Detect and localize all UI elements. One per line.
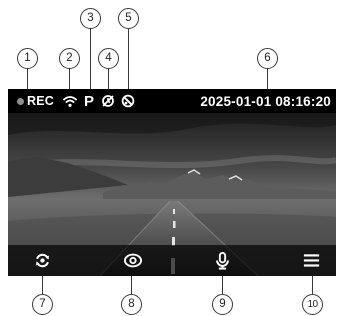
callout-2: 2 — [59, 48, 80, 69]
mode-indicator: P — [84, 89, 94, 113]
callout-6: 6 — [257, 48, 278, 69]
bottom-toolbar — [8, 245, 336, 276]
rec-dot — [17, 97, 24, 105]
microphone-icon[interactable] — [213, 251, 232, 270]
callout-9: 9 — [212, 294, 233, 315]
mic-off-icon — [121, 94, 135, 108]
callout-10: 10 — [302, 294, 323, 315]
callout-3: 3 — [80, 8, 101, 29]
datetime-display: 2025-01-01 08:16:20 — [200, 89, 331, 113]
callout-7: 7 — [32, 294, 53, 315]
callout-1: 1 — [17, 48, 38, 69]
rec-label: REC — [27, 94, 54, 108]
callout-4: 4 — [98, 48, 119, 69]
wifi-icon — [63, 96, 77, 107]
recording-indicator: REC — [17, 89, 54, 113]
callout-leader — [90, 28, 91, 92]
gps-off-icon — [102, 95, 114, 107]
callout-leader — [128, 28, 129, 93]
menu-icon[interactable] — [302, 251, 321, 270]
camera-screen: REC P 2025-01-01 08:16:20 — [8, 89, 336, 276]
datetime-text: 2025-01-01 08:16:20 — [200, 93, 331, 109]
callout-5: 5 — [118, 8, 139, 29]
parking-mode-letter: P — [84, 92, 95, 110]
switch-camera-icon[interactable] — [33, 251, 52, 270]
eye-icon[interactable] — [122, 251, 144, 270]
callout-8: 8 — [121, 294, 142, 315]
